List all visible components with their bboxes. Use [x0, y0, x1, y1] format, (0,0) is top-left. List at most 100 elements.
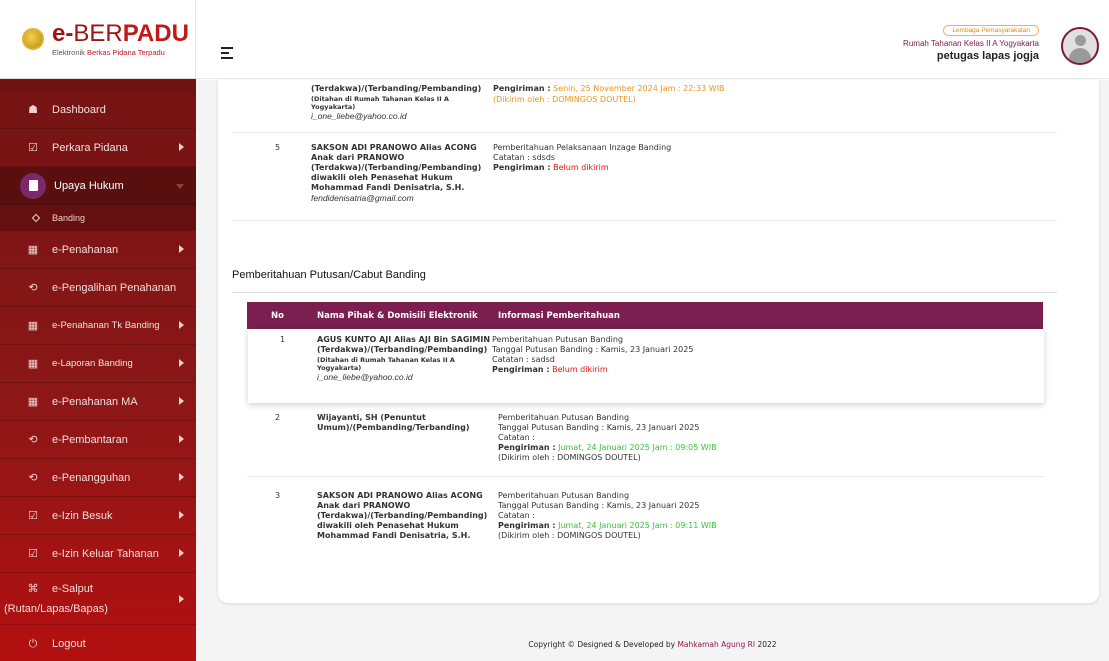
notice-note: Catatan : sadsd — [492, 355, 555, 364]
logo-title: e-BERPADU — [52, 19, 189, 47]
party-name: Umum)/(Pembanding/Terbanding) — [317, 423, 470, 432]
sidebar-item-perkara-pidana[interactable]: ☑ Perkara Pidana — [0, 129, 196, 167]
row-divider — [232, 220, 1057, 221]
party-name: (Terdakwa)/(Terbanding/Pembanding) — [317, 511, 488, 520]
notice-type: Pemberitahuan Putusan Banding — [498, 491, 630, 500]
handshake-icon: ☑ — [28, 548, 38, 560]
party-detail: (Ditahan di Rumah Tahanan Kelas II A — [311, 95, 449, 103]
sidebar-item-label: e-Izin Keluar Tahanan — [52, 547, 159, 560]
sidebar-item-e-salput[interactable]: ⌘ e-Salput (Rutan/Lapas/Bapas) — [0, 573, 196, 625]
sidebar-item-label: Dashboard — [52, 103, 106, 116]
grid-icon: ▦ — [27, 396, 39, 408]
sidebar-subitem-banding[interactable]: Banding — [0, 205, 196, 231]
sidebar-item-label: Upaya Hukum — [54, 179, 124, 192]
menu-toggle-icon[interactable] — [221, 47, 233, 62]
sent-by: (Dikirim oleh : DOMINGOS DOUTEL) — [498, 531, 641, 540]
delivery-status: Pengiriman : Jumat, 24 Januari 2025 Jam … — [498, 521, 717, 530]
sidebar-item-e-izin-besuk[interactable]: ☑ e-Izin Besuk — [0, 497, 196, 535]
decision-date: Tanggal Putusan Banding : Kamis, 23 Janu… — [498, 501, 700, 510]
sidebar-item-label: e-Penahanan Tk Banding — [52, 320, 160, 331]
sidebar-item-label: Banding — [52, 213, 86, 223]
chevron-right-icon — [179, 245, 184, 253]
decision-date: Tanggal Putusan Banding : Kamis, 23 Janu… — [492, 345, 694, 354]
chevron-down-icon — [176, 184, 184, 189]
sidebar-item-e-penangguhan[interactable]: ⟲ e-Penangguhan — [0, 459, 196, 497]
delivery-status: Pengiriman : Jumat, 24 Januari 2025 Jam … — [498, 443, 717, 452]
column-header: Informasi Pemberitahuan — [498, 311, 620, 321]
sidebar-item-e-pengalihan-penahanan[interactable]: ⟲ e-Pengalihan Penahanan — [0, 269, 196, 307]
party-email: i_one_liebe@yahoo.co.id — [311, 111, 407, 121]
party-name: AGUS KUNTO AJI Alias AJI Bin SAGIMIN — [317, 335, 491, 344]
sidebar-item-e-izin-keluar-tahanan[interactable]: ☑ e-Izin Keluar Tahanan — [0, 535, 196, 573]
delivery-status: Pengiriman : Senin, 25 November 2024 Jam… — [493, 84, 725, 93]
party-name: Mohammad Fandi Denisatria, S.H. — [311, 183, 465, 192]
sidebar-item-dashboard[interactable]: ☗ Dashboard — [0, 91, 196, 129]
row-number: 5 — [275, 143, 281, 152]
chevron-right-icon — [179, 359, 184, 367]
user-info: Lembaga Pemasyarakatan Rumah Tahanan Kel… — [903, 19, 1039, 62]
party-name: Anak dari PRANOWO — [311, 153, 405, 162]
avatar[interactable] — [1061, 27, 1099, 65]
section-title: Pemberitahuan Putusan/Cabut Banding — [232, 269, 426, 281]
column-header: No — [271, 311, 284, 321]
history-icon: ⟲ — [28, 434, 38, 446]
sidebar: e-BERPADU Elektronik Berkas Pidana Terpa… — [0, 0, 196, 661]
sidebar-item-label: e-Salput — [52, 582, 93, 595]
sent-by: (Dikirim oleh : DOMINGOS DOUTEL) — [498, 453, 641, 462]
history-icon: ⟲ — [28, 472, 38, 484]
chevron-right-icon — [179, 321, 184, 329]
delivery-status: Pengiriman : Belum dikirim — [492, 365, 608, 374]
sidebar-item-label: e-Penahanan MA — [52, 395, 138, 408]
power-icon: ⏻ — [28, 637, 38, 650]
footer-link[interactable]: Mahkamah Agung RI — [677, 640, 755, 649]
row-number: 3 — [275, 491, 281, 500]
party-detail: Yogyakarta) — [311, 103, 356, 111]
sidebar-item-e-laporan-banding[interactable]: ▦ e-Laporan Banding — [0, 345, 196, 383]
username: petugas lapas jogja — [936, 50, 1039, 62]
sidebar-item-upaya-hukum[interactable]: Upaya Hukum — [0, 167, 196, 205]
sidebar-item-label: e-Pembantaran — [52, 433, 128, 446]
sidebar-item-label: Perkara Pidana — [52, 141, 128, 154]
chevron-right-icon — [179, 143, 184, 151]
notice-note: Catatan : — [498, 433, 535, 442]
decision-date: Tanggal Putusan Banding : Kamis, 23 Janu… — [498, 423, 700, 432]
party-name: (Terdakwa)/(Terbanding/Pembanding) — [311, 84, 482, 93]
party-name: Mohammad Fandi Denisatria, S.H. — [317, 531, 471, 540]
sidebar-item-e-penahanan-ma[interactable]: ▦ e-Penahanan MA — [0, 383, 196, 421]
row-divider — [247, 476, 1044, 477]
table-row[interactable]: 1 AGUS KUNTO AJI Alias AJI Bin SAGIMIN (… — [248, 329, 1044, 403]
row-number: 2 — [275, 413, 281, 422]
sidebar-item-e-penahanan-tk-banding[interactable]: ▦ e-Penahanan Tk Banding — [0, 307, 196, 345]
row-number: 1 — [280, 335, 286, 344]
topbar: Lembaga Pemasyarakatan Rumah Tahanan Kel… — [196, 0, 1109, 79]
command-icon: ⌘ — [27, 583, 39, 595]
party-name: (Terdakwa)/(Terbanding/Pembanding) — [317, 345, 488, 354]
emblem-icon — [22, 28, 44, 50]
chevron-right-icon — [179, 435, 184, 443]
sidebar-item-e-penahanan[interactable]: ▦ e-Penahanan — [0, 231, 196, 269]
sidebar-item-label: Logout — [52, 638, 86, 650]
main-content: (Terdakwa)/(Terbanding/Pembanding) (Dita… — [196, 80, 1109, 629]
party-name: (Terdakwa)/(Terbanding/Pembanding) — [311, 163, 482, 172]
grid-icon: ▦ — [27, 358, 39, 370]
party-name: diwakili oleh Penasehat Hukum — [317, 521, 459, 530]
sidebar-item-e-pembantaran[interactable]: ⟲ e-Pembantaran — [0, 421, 196, 459]
column-header: Nama Pihak & Domisili Elektronik — [317, 311, 478, 321]
chevron-right-icon — [179, 511, 184, 519]
sidebar-item-logout[interactable]: ⏻ Logout — [0, 625, 196, 661]
footer-year: 2022 — [755, 640, 777, 649]
sidebar-item-label: e-Pengalihan Penahanan — [52, 281, 177, 294]
party-email: i_one_liebe@yahoo.co.id — [317, 372, 413, 382]
notice-note: Catatan : sdsds — [493, 153, 556, 162]
sidebar-item-label: e-Izin Besuk — [52, 509, 113, 522]
content-card: (Terdakwa)/(Terbanding/Pembanding) (Dita… — [218, 80, 1099, 603]
chevron-right-icon — [179, 473, 184, 481]
party-name: Anak dari PRANOWO — [317, 501, 411, 510]
footer: Copyright © Designed & Developed by Mahk… — [196, 629, 1109, 661]
diamond-icon — [31, 213, 41, 223]
sidebar-item-label: e-Laporan Banding — [52, 358, 133, 369]
home-icon: ☗ — [28, 104, 38, 116]
logo[interactable]: e-BERPADU Elektronik Berkas Pidana Terpa… — [0, 0, 196, 79]
sidebar-item-label-2: (Rutan/Lapas/Bapas) — [4, 603, 108, 615]
party-email: fendidenisatria@gmail.com — [311, 193, 414, 203]
